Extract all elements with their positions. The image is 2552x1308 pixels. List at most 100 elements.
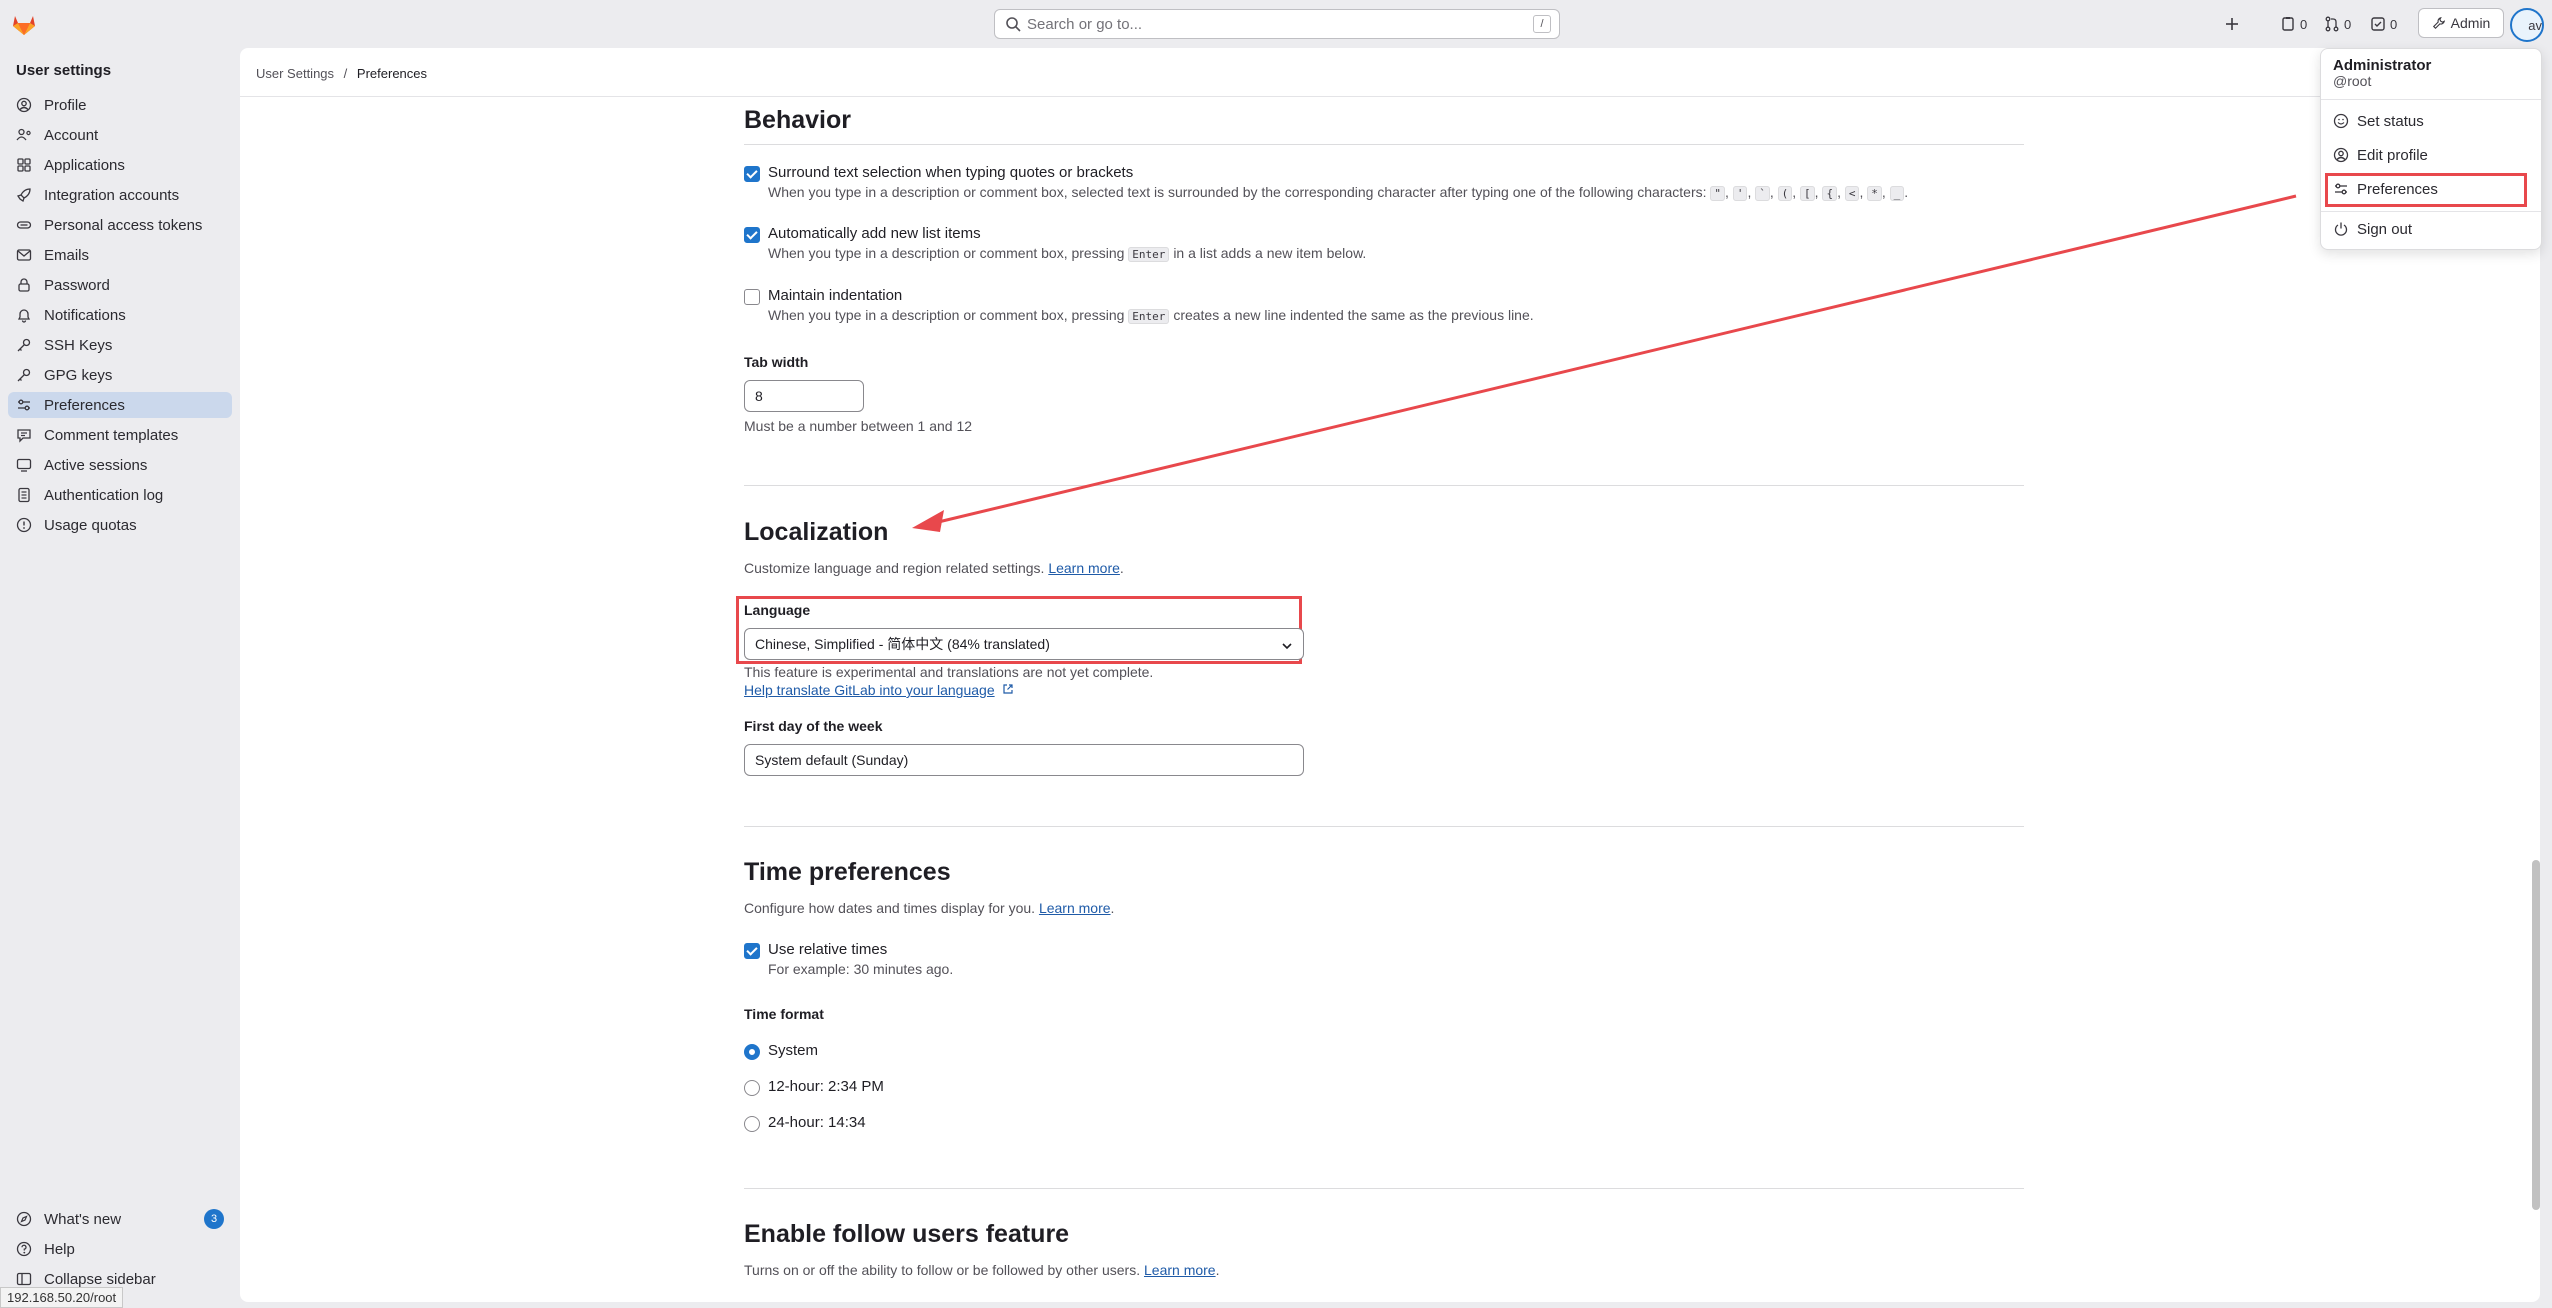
time-preferences-learn-more-link[interactable]: Learn more — [1039, 900, 1111, 916]
top-bar: Search or go to... / 0 0 0 Admin av — [0, 0, 2552, 48]
relative-times-checkbox[interactable] — [744, 943, 760, 959]
sidebar-item-active-sessions[interactable]: Active sessions — [8, 452, 232, 478]
follow-users-learn-more-link[interactable]: Learn more — [1144, 1262, 1216, 1278]
auto-list-label: Automatically add new list items — [768, 225, 981, 242]
sidebar-item-label: Comment templates — [44, 426, 179, 444]
sidebar-item-label: Usage quotas — [44, 516, 137, 534]
merge-requests-button[interactable]: 0 — [2324, 10, 2351, 38]
sidebar-item-ssh-keys[interactable]: SSH Keys — [8, 332, 232, 358]
surround-chars: ", ', `, (, [, {, <, *, _. — [1710, 184, 1909, 201]
sidebar-item-emails[interactable]: Emails — [8, 242, 232, 268]
follow-users-desc-text: Turns on or off the ability to follow or… — [744, 1262, 1141, 1278]
whats-new-label: What's new — [44, 1210, 122, 1228]
main-content: User Settings / Preferences Behavior Sur… — [240, 48, 2540, 1302]
breadcrumb-divider — [240, 96, 2540, 97]
sidebar-item-notifications[interactable]: Notifications — [8, 302, 232, 328]
surround-selection-label: Surround text selection when typing quot… — [768, 164, 1134, 181]
avatar[interactable]: av — [2510, 8, 2544, 42]
surround-char: { — [1822, 186, 1838, 201]
create-new-button[interactable] — [2224, 10, 2240, 38]
collapse-icon — [16, 1272, 32, 1286]
admin-label: Admin — [2450, 15, 2491, 31]
sidebar-item-comment-templates[interactable]: Comment templates — [8, 422, 232, 448]
separator: , — [1769, 184, 1778, 200]
gitlab-logo-icon[interactable] — [10, 10, 38, 38]
time-format-12h-radio[interactable] — [744, 1080, 760, 1096]
auto-list-checkbox[interactable] — [744, 227, 760, 243]
section-divider — [744, 1188, 2024, 1189]
sidebar-item-label: Integration accounts — [44, 186, 180, 204]
page-scrollbar[interactable] — [2532, 860, 2540, 1210]
menu-divider — [2321, 211, 2541, 212]
sidebar-item-integration-accounts[interactable]: Integration accounts — [8, 182, 232, 208]
sign-out-menu-item[interactable]: Sign out — [2333, 217, 2412, 241]
sidebar-item-preferences[interactable]: Preferences — [8, 392, 232, 418]
sidebar-item-personal-access-tokens[interactable]: Personal access tokens — [8, 212, 232, 238]
sidebar-item-label: Active sessions — [44, 456, 148, 474]
relative-times-label: Use relative times — [768, 941, 888, 958]
separator: , — [1837, 184, 1845, 200]
sign-out-label: Sign out — [2357, 220, 2413, 238]
surround-selection-checkbox[interactable] — [744, 166, 760, 182]
help-translate-row: Help translate GitLab into your language — [744, 682, 1014, 698]
time-format-24h-radio[interactable] — [744, 1116, 760, 1132]
sidebar-item-usage-quotas[interactable]: Usage quotas — [8, 512, 232, 538]
issues-button[interactable]: 0 — [2280, 10, 2307, 38]
sidebar-item-profile[interactable]: Profile — [8, 92, 232, 118]
first-day-select[interactable]: System default (Sunday) — [744, 744, 1304, 776]
sidebar-item-gpg-keys[interactable]: GPG keys — [8, 362, 232, 388]
help-translate-link[interactable]: Help translate GitLab into your language — [744, 682, 995, 698]
help-button[interactable]: Help — [8, 1236, 232, 1262]
surround-char: _ — [1889, 186, 1905, 201]
surround-char: ( — [1777, 186, 1793, 201]
separator: . — [1904, 184, 1909, 200]
set-status-menu-item[interactable]: Set status — [2333, 109, 2424, 133]
sidebar-item-password[interactable]: Password — [8, 272, 232, 298]
set-status-label: Set status — [2357, 112, 2424, 130]
lock-icon — [18, 278, 30, 292]
sidebar-item-account[interactable]: Account — [8, 122, 232, 148]
sidebar-item-label: Personal access tokens — [44, 216, 203, 234]
search-input[interactable]: Search or go to... / — [994, 9, 1560, 39]
sidebar-item-label: Emails — [44, 246, 90, 264]
user-menu-dropdown: Administrator @root Set status Edit prof… — [2320, 48, 2542, 250]
key-icon — [17, 368, 31, 382]
edit-profile-menu-item[interactable]: Edit profile — [2333, 143, 2428, 167]
localization-learn-more-link[interactable]: Learn more — [1048, 560, 1120, 576]
time-preferences-desc-text: Configure how dates and times display fo… — [744, 900, 1036, 916]
language-select[interactable]: Chinese, Simplified - 简体中文 (84% translat… — [744, 628, 1304, 660]
enter-key: Enter — [1128, 247, 1170, 262]
maintain-indentation-checkbox[interactable] — [744, 289, 760, 305]
comment-icon — [17, 429, 31, 443]
maintain-indentation-help: When you type in a description or commen… — [768, 307, 1534, 324]
breadcrumb-separator: / — [343, 66, 348, 81]
key-icon — [17, 338, 31, 352]
sidebar-item-label: GPG keys — [44, 366, 113, 384]
log-icon — [18, 487, 30, 503]
highlight-box-preferences — [2325, 173, 2527, 207]
account-icon — [16, 128, 31, 141]
whats-new-badge: 3 — [204, 1209, 224, 1229]
time-format-system-radio[interactable] — [744, 1044, 760, 1060]
admin-area-button[interactable]: Admin — [2418, 8, 2504, 38]
relative-times-help: For example: 30 minutes ago. — [768, 961, 954, 977]
maintain-indentation-label: Maintain indentation — [768, 287, 903, 304]
plus-icon — [2226, 18, 2238, 30]
external-link-icon — [1002, 684, 1013, 694]
breadcrumb-parent[interactable]: User Settings — [256, 66, 334, 81]
issues-icon — [2282, 17, 2294, 31]
search-shortcut-key: / — [1533, 15, 1551, 33]
todos-button[interactable]: 0 — [2370, 10, 2397, 38]
language-selected-value: Chinese, Simplified - 简体中文 (84% translat… — [755, 636, 1050, 652]
sidebar-footer: What's new 3 Help Collapse sidebar — [8, 1206, 232, 1296]
whats-new-button[interactable]: What's new 3 — [8, 1206, 232, 1232]
tab-width-label: Tab width — [744, 354, 809, 370]
auto-list-help-b: in a list adds a new item below. — [1173, 245, 1367, 261]
sidebar-nav: Profile Account Applications Integration… — [8, 92, 232, 542]
sidebar-item-authentication-log[interactable]: Authentication log — [8, 482, 232, 508]
sidebar-item-applications[interactable]: Applications — [8, 152, 232, 178]
todos-count: 0 — [2390, 16, 2398, 32]
sidebar-item-label: Notifications — [44, 306, 126, 324]
surround-char: ' — [1732, 186, 1748, 201]
tab-width-input[interactable]: 8 — [744, 380, 864, 412]
